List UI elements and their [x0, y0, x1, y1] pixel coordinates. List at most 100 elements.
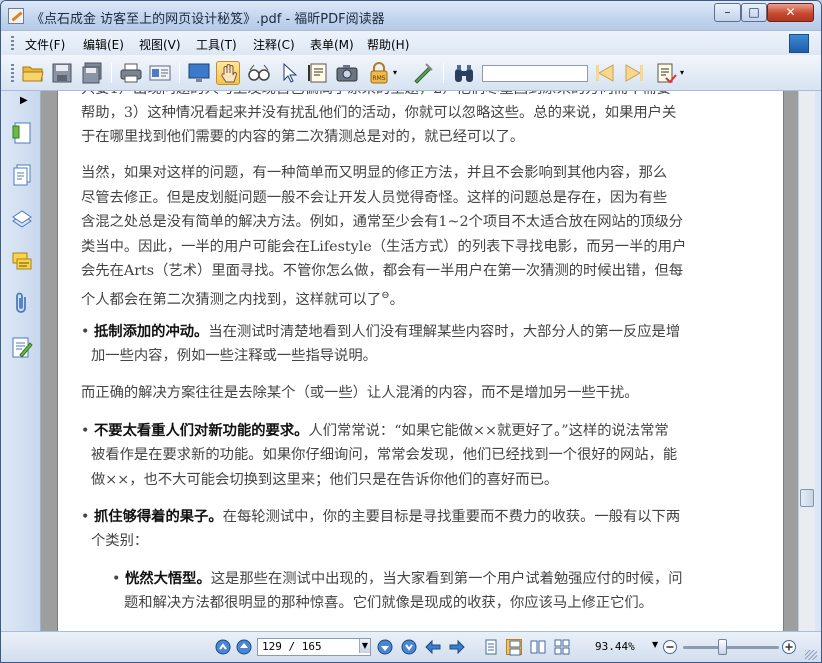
find-binoculars-icon[interactable] [452, 61, 476, 85]
save-as-icon[interactable] [80, 61, 104, 85]
menu-view[interactable]: 视图(V) [139, 36, 181, 53]
title-bar[interactable]: 《点石成金 访客至上的网页设计秘笈》.pdf - 福昕PDF阅读器 – □ ✕ [1, 1, 821, 31]
save-icon[interactable] [50, 61, 74, 85]
maximize-button[interactable]: □ [741, 3, 767, 22]
go-forward-arrow-icon[interactable] [449, 639, 465, 655]
search-dropdown-arrow-icon[interactable]: ▾ [680, 61, 690, 85]
bullet-heading: 不要太看重人们对新功能的要求。 [93, 423, 309, 439]
fullscreen-monitor-icon[interactable] [187, 61, 211, 85]
snapshot-glasses-icon[interactable] [247, 61, 271, 85]
comments-icon[interactable] [11, 249, 33, 273]
last-page-icon[interactable] [401, 639, 417, 655]
bullet-text: 这是那些在测试中出现的，当大家看到第一个用户试着勉强应付的时候，问 [210, 571, 683, 587]
paragraph-line: 只要1）出现问题的人马上发现自己偏离了原来的主题，2）他们尽量回到原来的方向而不… [81, 91, 671, 101]
menu-file[interactable]: 文件(F) [25, 36, 65, 53]
attachments-paperclip-icon[interactable] [11, 291, 33, 315]
page-number-input[interactable]: 129 / 165 [257, 638, 371, 656]
document-view[interactable]: 只要1）出现问题的人马上发现自己偏离了原来的主题，2）他们尽量回到原来的方向而不… [41, 91, 798, 631]
properties-icon[interactable] [148, 61, 172, 85]
zoom-out-icon[interactable] [662, 639, 678, 655]
bullet-continuation: 个类别： [91, 533, 149, 549]
menubar-grip[interactable] [11, 36, 14, 50]
bullet-continuation: 被看作是在要求新的功能。如果你仔细询问，常常会发现，他们已经找到一个很好的网站，… [91, 447, 678, 463]
pdf-page: 只要1）出现问题的人马上发现自己偏离了原来的主题，2）他们尽量回到原来的方向而不… [57, 91, 784, 631]
bullet-text: 在每轮测试中，你的主要目标是寻找重要而不费力的收获。一般有以下两 [222, 509, 681, 525]
open-folder-icon[interactable] [21, 61, 45, 85]
first-page-icon[interactable] [215, 639, 231, 655]
window-title: 《点石成金 访客至上的网页设计秘笈》.pdf - 福昕PDF阅读器 [31, 12, 385, 27]
hand-tool-icon[interactable] [216, 61, 240, 85]
bullet-item: • 抓住够得着的果子。在每轮测试中，你的主要目标是寻找重要而不费力的收获。一般有… [81, 509, 681, 525]
go-back-arrow-icon[interactable] [425, 639, 441, 655]
status-bar: 129 / 165 ▼ 93.44% ▼ [1, 631, 821, 662]
bullet-text: 人们常常说：“如果它能做××就更好了。”这样的说法常常 [308, 423, 669, 439]
paragraph-line: 尽管去修正。但是皮划艇问题一般不会让开发人员觉得奇怪。这样的问题总是存在，因为有… [81, 190, 668, 206]
toolbar-grip[interactable] [11, 64, 14, 84]
zoom-dropdown-arrow-icon[interactable]: ▼ [652, 640, 658, 649]
next-page-icon[interactable] [377, 639, 393, 655]
select-cursor-icon[interactable] [277, 61, 301, 85]
select-text-icon[interactable] [306, 61, 330, 85]
paragraph-line: 而正确的解决方案往往是去除某个（或一些）让人混淆的内容，而不是增加另一些干扰。 [81, 385, 639, 401]
paragraph-line: 个人都会在第二次猜测之内找到，这样就可以了⊖。 [81, 290, 404, 308]
toolbar-separator [111, 63, 112, 83]
previous-page-icon[interactable] [236, 639, 252, 655]
layers-icon[interactable] [11, 207, 33, 231]
toolbar-separator [179, 63, 180, 83]
main-toolbar: RMS ▾ ▾ [1, 55, 821, 91]
menu-edit[interactable]: 编辑(E) [83, 36, 124, 53]
sub-bullet-item: • 恍然大悟型。这是那些在测试中出现的，当大家看到第一个用户试着勉强应付的时候，… [112, 571, 683, 587]
continuous-view-icon[interactable] [506, 639, 522, 656]
vertical-scrollbar[interactable] [798, 91, 815, 631]
paragraph-line: 于在哪里找到他们需要的内容的第二次猜测总是对的，就已经可以了。 [81, 129, 525, 145]
svg-text:RMS: RMS [372, 75, 385, 82]
minimize-button[interactable]: – [714, 3, 741, 22]
menu-form[interactable]: 表单(M) [310, 36, 354, 53]
print-icon[interactable] [119, 61, 143, 85]
footnote-mark: ⊖ [381, 290, 390, 301]
zoom-slider[interactable] [683, 639, 779, 655]
rms-dropdown-arrow-icon[interactable]: ▾ [393, 61, 403, 85]
bullet-heading: 恍然大悟型。 [124, 571, 211, 587]
app-logo-icon [8, 8, 24, 24]
bullet-continuation: 加一些内容，例如一些注释或一些指导说明。 [91, 348, 377, 364]
signatures-icon[interactable] [11, 335, 33, 359]
find-next-icon[interactable] [622, 61, 646, 85]
facing-view-icon[interactable] [530, 639, 546, 655]
bullet-continuation: 题和解决方法都很明显的那种惊喜。它们就像是现成的收获，你应该马上修正它们。 [124, 595, 653, 611]
scrollbar-thumb[interactable] [800, 489, 814, 507]
menu-tools[interactable]: 工具(T) [196, 36, 237, 53]
menu-bar: 文件(F) 编辑(E) 视图(V) 工具(T) 注释(C) 表单(M) 帮助(H… [1, 31, 821, 55]
app-window: 《点石成金 访客至上的网页设计秘笈》.pdf - 福昕PDF阅读器 – □ ✕ … [0, 0, 822, 663]
search-options-icon[interactable] [654, 61, 678, 85]
close-button[interactable]: ✕ [767, 3, 814, 22]
bullet-continuation: 做××，也不大可能会切换到这里来；他们只是在告诉你他们的喜好而已。 [91, 472, 559, 488]
paragraph-line: 含混之处总是没有简单的解决方法。例如，通常至少会有1~2个项目不太适合放在网站的… [81, 214, 684, 230]
continuous-facing-view-icon[interactable] [554, 639, 570, 655]
paragraph-line: 类当中。因此，一半的用户可能会在Lifestyle（生活方式）的列表下寻找电影，… [81, 239, 687, 255]
bullet-heading: 抵制添加的冲动。 [93, 324, 209, 340]
menu-comment[interactable]: 注释(C) [253, 36, 295, 53]
menu-help[interactable]: 帮助(H) [367, 36, 409, 53]
sign-pen-icon[interactable] [411, 61, 435, 85]
paragraph-line: 会先在Arts（艺术）里面寻找。不管你怎么做，都会有一半用户在第一次猜测的时候出… [81, 263, 684, 279]
rms-lock-icon[interactable]: RMS [367, 61, 391, 85]
page-dropdown-arrow-icon[interactable]: ▼ [359, 639, 370, 653]
resize-grip[interactable] [805, 650, 817, 660]
picture-icon[interactable] [789, 34, 809, 53]
paragraph-line: 当然，如果对这样的问题，有一种简单而又明显的修正方法，并且不会影响到其他内容，那… [81, 165, 668, 181]
zoom-level[interactable]: 93.44% [595, 640, 635, 653]
toolbar-separator [443, 63, 444, 83]
paragraph-text: 个人都会在第二次猜测之内找到，这样就可以了 [81, 291, 382, 308]
zoom-slider-thumb[interactable] [718, 639, 727, 655]
bullet-item: • 抵制添加的冲动。当在测试时清楚地看到人们没有理解某些内容时，大部分人的第一反… [81, 324, 681, 340]
find-previous-icon[interactable] [593, 61, 617, 85]
expand-panel-arrow-icon[interactable]: ▶ [20, 95, 28, 106]
pages-thumbnail-icon[interactable] [11, 163, 33, 187]
zoom-in-icon[interactable] [781, 639, 797, 655]
bookmarks-icon[interactable] [11, 121, 33, 145]
search-input[interactable] [482, 65, 588, 82]
bullet-item: • 不要太看重人们对新功能的要求。人们常常说：“如果它能做××就更好了。”这样的… [81, 423, 669, 439]
camera-snapshot-icon[interactable] [335, 61, 359, 85]
single-page-view-icon[interactable] [483, 639, 499, 655]
